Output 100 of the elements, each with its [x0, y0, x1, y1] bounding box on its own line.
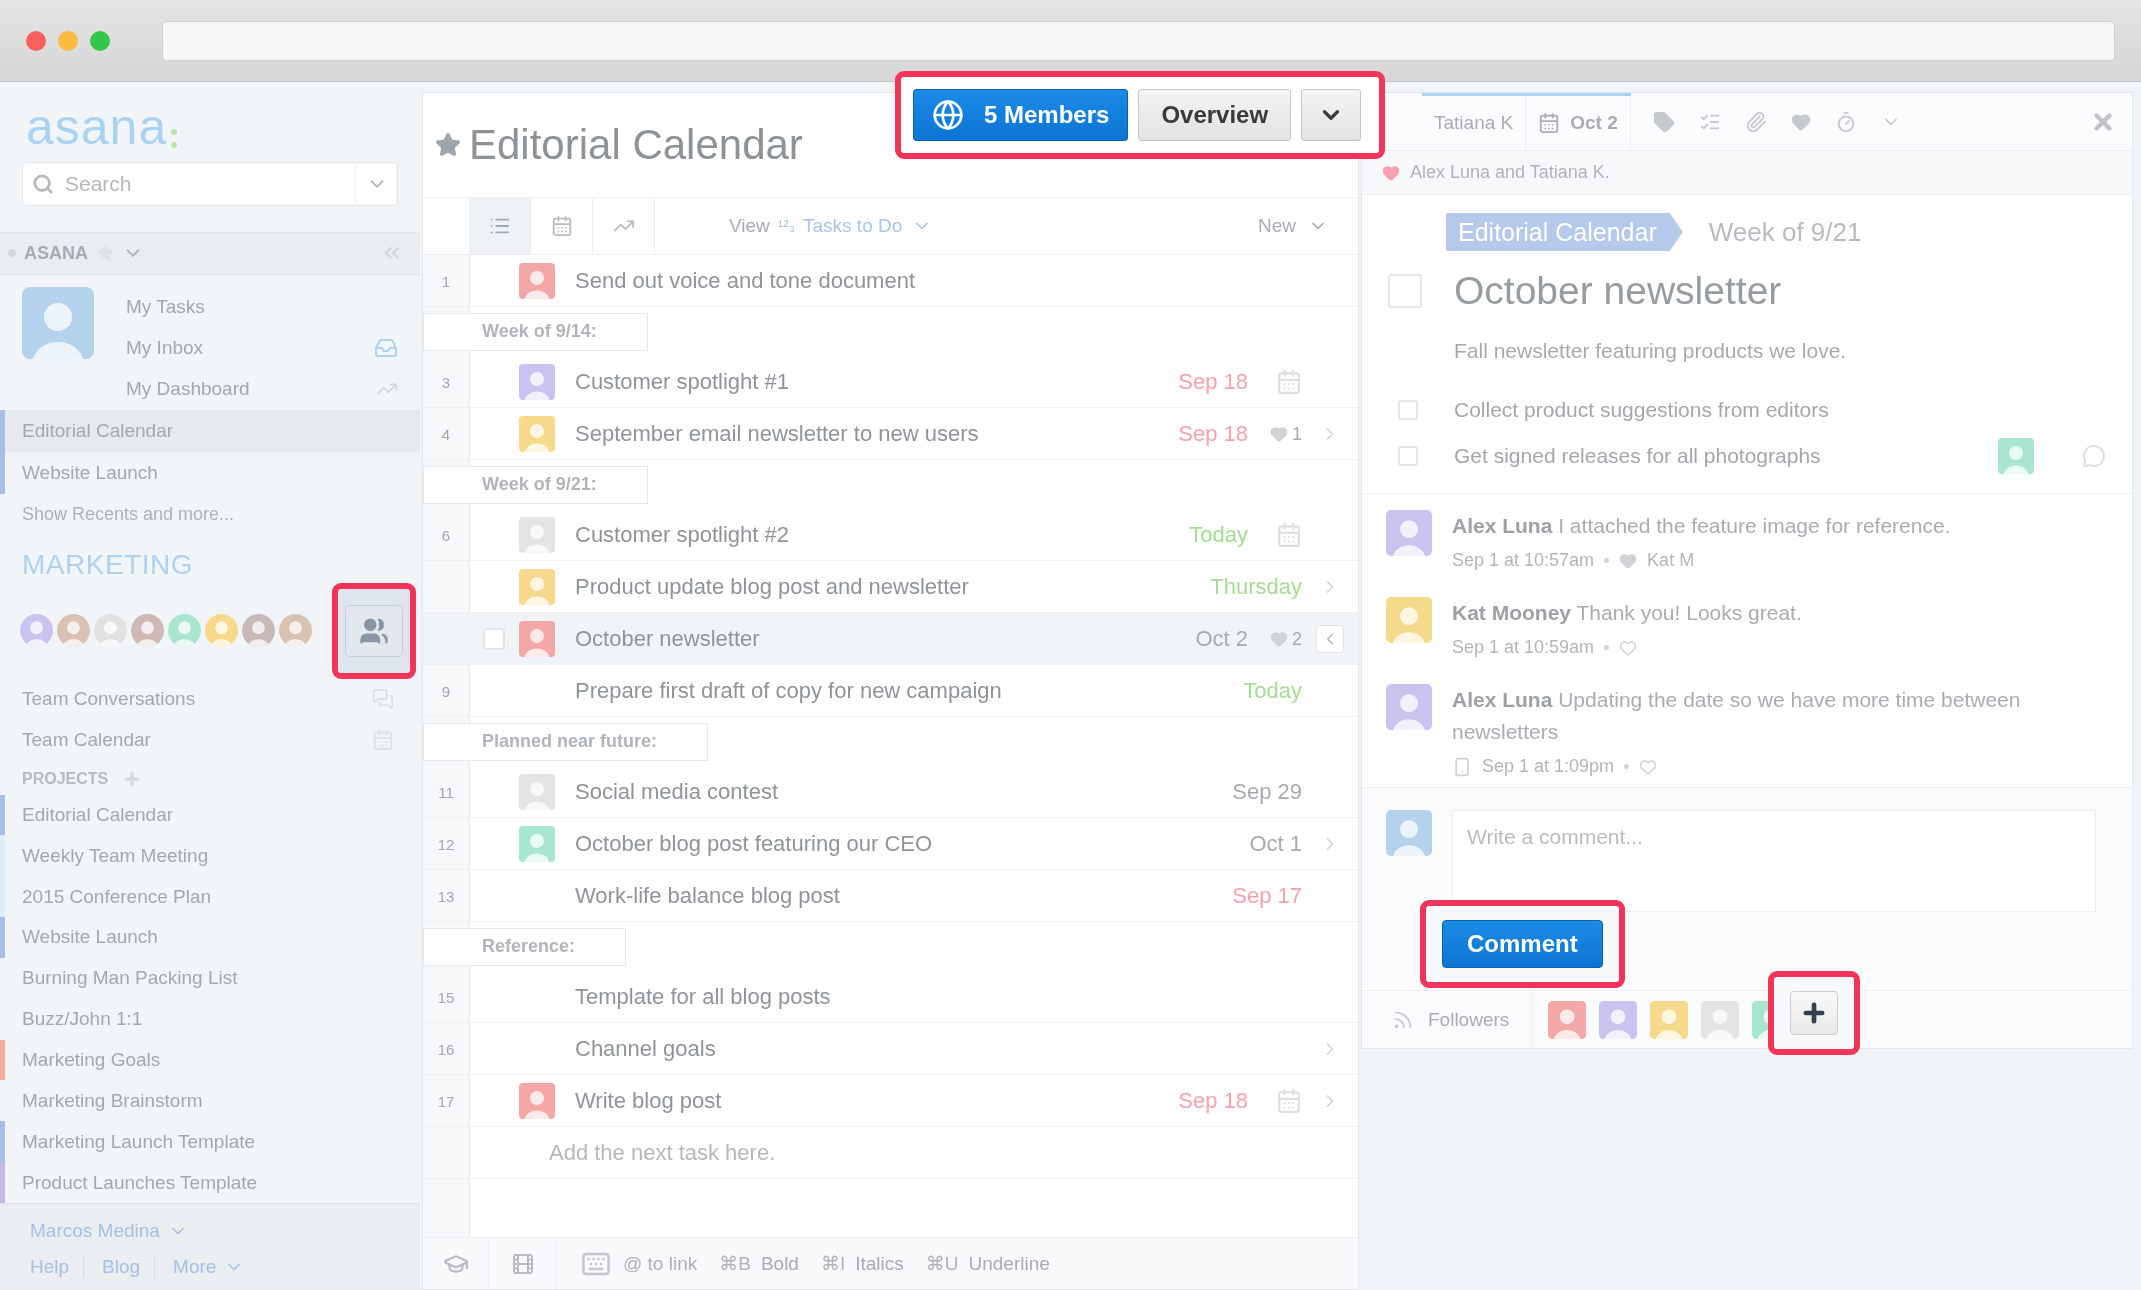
sidebar-link[interactable]: My Dashboard — [126, 368, 398, 410]
due-date-tab[interactable]: Oct 2 — [1526, 96, 1631, 150]
calendar-icon[interactable] — [1276, 1088, 1302, 1114]
bullet-icon — [1604, 645, 1610, 650]
sidebar-link[interactable]: My Tasks — [126, 286, 398, 328]
sort-icon: ¹²₃ — [777, 217, 795, 235]
members-button[interactable]: 5 Members — [913, 89, 1129, 141]
menu-button[interactable] — [1301, 89, 1362, 141]
film-icon — [510, 1251, 535, 1276]
team-name[interactable]: MARKETING — [0, 524, 420, 581]
avatar — [1386, 510, 1432, 556]
checkbox[interactable] — [483, 628, 505, 650]
section-header[interactable]: Week of 9/14: — [423, 312, 648, 351]
collapse-button[interactable] — [1316, 625, 1344, 653]
overview-button[interactable]: Overview — [1138, 89, 1292, 141]
task-row[interactable]: 16 Channel goals — [423, 1023, 1358, 1075]
task-title: October newsletter — [575, 626, 761, 652]
logo-dots-icon — [171, 128, 178, 150]
avatar — [519, 1083, 555, 1119]
sidebar-link[interactable]: My Inbox — [126, 327, 398, 369]
task-row[interactable]: 17 Write blog post Sep 18 — [423, 1075, 1358, 1127]
followers-label: Followers — [1428, 1008, 1510, 1031]
section-header[interactable]: Reference: — [423, 927, 627, 966]
task-row[interactable]: 13 Work-life balance blog post Sep 17 — [423, 870, 1358, 922]
search-field[interactable]: Search — [22, 162, 398, 206]
workspace-name[interactable]: ASANA — [24, 242, 88, 264]
footer-link[interactable]: More — [169, 1256, 259, 1278]
heart-icon[interactable] — [1790, 111, 1811, 132]
footer-link[interactable]: Blog — [98, 1256, 156, 1278]
close-window-button[interactable] — [26, 30, 46, 51]
task-row[interactable]: October newsletter Oct 2 2 — [423, 613, 1358, 665]
liker-name: Kat M — [1647, 550, 1695, 571]
avatar — [519, 826, 555, 862]
view-label: View — [729, 215, 770, 237]
comment-icon[interactable] — [2082, 444, 2106, 468]
task-row[interactable]: 9 Prepare first draft of copy for new campaign Today — [423, 665, 1358, 717]
checkbox[interactable] — [1398, 446, 1418, 466]
task-title: Customer spotlight #2 — [575, 522, 790, 548]
tag-icon[interactable] — [1652, 110, 1675, 133]
footer-link[interactable]: Help — [30, 1256, 85, 1278]
task-row[interactable]: 11 Social media contest Sep 29 — [423, 766, 1358, 818]
section-header[interactable]: Planned near future: — [423, 722, 709, 761]
task-row[interactable]: 1 Send out voice and tone document — [423, 255, 1358, 307]
comment-field[interactable]: Write a comment... — [1452, 810, 2096, 912]
task-row[interactable]: 3 Customer spotlight #1 Sep 18 — [423, 356, 1358, 408]
address-bar[interactable] — [162, 20, 2115, 61]
due-date: Sep 18 — [1178, 1088, 1248, 1114]
avatar — [519, 263, 555, 299]
comment-button[interactable]: Comment — [1442, 920, 1603, 968]
sidebar-item[interactable]: Team Conversations — [0, 678, 420, 720]
show-more-link[interactable]: Show Recents and more... — [22, 503, 235, 525]
avatar — [519, 621, 555, 657]
comment-time: Sep 1 at 1:09pm — [1482, 756, 1615, 777]
user-menu[interactable]: Marcos Medina — [30, 1220, 390, 1242]
avatar — [205, 614, 238, 648]
task-row[interactable]: 12 October blog post featuring our CEO Oct 1 — [423, 818, 1358, 870]
avatar — [242, 614, 275, 648]
section-header[interactable]: Week of 9/21: — [423, 465, 648, 504]
sidebar-item[interactable]: Team Calendar — [0, 719, 420, 761]
line-number: 9 — [440, 682, 452, 700]
sidebar-item[interactable]: Marketing Brainstorm — [0, 1080, 420, 1122]
heart-icon — [1270, 630, 1288, 648]
avatar — [1998, 438, 2034, 474]
calendar-icon[interactable] — [1276, 369, 1302, 395]
project-tag[interactable]: Editorial Calendar — [1446, 213, 1683, 251]
heart-icon[interactable] — [1619, 551, 1638, 570]
task-row[interactable]: Product update blog post and newsletter Thursday — [423, 561, 1358, 613]
line-number: 16 — [436, 1040, 456, 1058]
task-title: Channel goals — [575, 1036, 717, 1062]
heart-icon[interactable] — [1619, 638, 1638, 657]
task-title: October blog post featuring our CEO — [575, 831, 934, 857]
add-task-field[interactable]: Add the next task here. — [547, 1139, 1047, 1167]
heart-icon[interactable] — [1639, 757, 1658, 776]
add-follower-button[interactable] — [1790, 990, 1839, 1035]
sidebar-item[interactable]: Editorial Calendar — [0, 409, 420, 452]
checkbox[interactable] — [1398, 400, 1418, 420]
avatar — [168, 614, 201, 648]
view-tab[interactable] — [469, 198, 531, 254]
avatar — [20, 614, 53, 648]
assignee-tab[interactable]: Tatiana K — [1422, 96, 1527, 150]
comment-text: Alex Luna I attached the feature image for reference. — [1452, 513, 1952, 539]
comment-text: Alex Luna Updating the date so we have more time between newsletters — [1452, 687, 2022, 745]
team-members-button[interactable] — [345, 604, 403, 657]
star-icon[interactable] — [435, 132, 461, 158]
avatar — [519, 569, 555, 605]
paperclip-icon[interactable] — [1744, 110, 1767, 133]
new-button[interactable]: New — [1258, 215, 1358, 237]
minimize-window-button[interactable] — [58, 30, 78, 51]
bullet-icon — [1624, 764, 1630, 769]
task-row[interactable]: 15 Template for all blog posts — [423, 971, 1358, 1023]
sidebar-item[interactable]: Buzz/John 1:1 — [0, 998, 420, 1040]
task-title: October newsletter — [1454, 269, 1782, 313]
section-heading: PROJECTS — [22, 769, 109, 788]
zoom-window-button[interactable] — [90, 30, 110, 51]
sidebar-item[interactable]: Burning Man Packing List — [0, 957, 420, 999]
complete-checkbox[interactable] — [1388, 274, 1422, 308]
task-row[interactable]: 4 September email newsletter to new users Sep 18 1 — [423, 408, 1358, 460]
filter-dropdown[interactable]: Tasks to Do — [803, 215, 933, 237]
task-row[interactable]: 6 Customer spotlight #2 Today — [423, 509, 1358, 561]
calendar-icon[interactable] — [1276, 522, 1302, 548]
